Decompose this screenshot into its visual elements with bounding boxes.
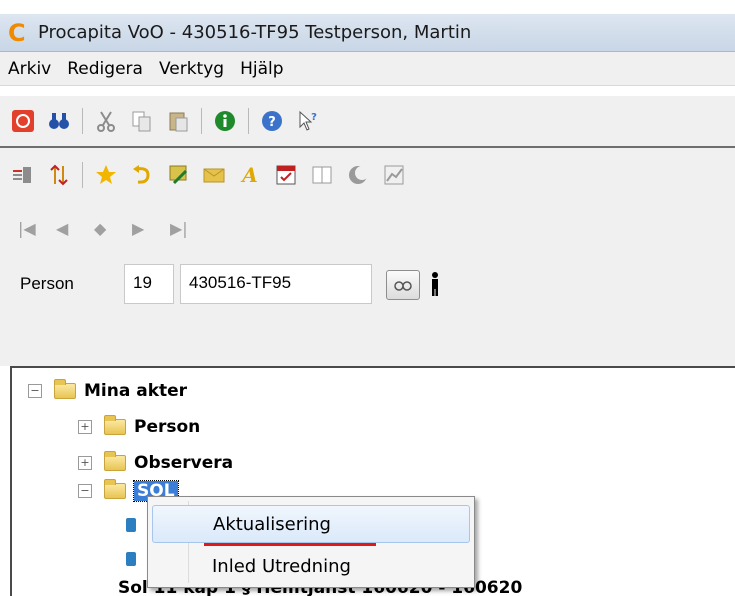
annotation-underline	[204, 543, 376, 546]
svg-text:?: ?	[311, 112, 317, 123]
folder-icon	[104, 415, 126, 435]
paste-icon[interactable]	[165, 108, 191, 134]
star-icon[interactable]	[93, 162, 119, 188]
whats-this-icon[interactable]: ?	[295, 108, 321, 134]
person-icon[interactable]	[430, 272, 440, 296]
menu-hjalp[interactable]: Hjälp	[240, 59, 283, 79]
person-id-field[interactable]: 430516-TF95	[180, 264, 372, 304]
main-toolbar: ? ?	[0, 96, 735, 146]
tree-node-root[interactable]: − Mina akter	[28, 376, 187, 406]
toolbar-separator	[82, 162, 83, 188]
toolbar-separator	[82, 108, 83, 134]
tree-node-label: Person	[134, 417, 201, 437]
binoculars-icon[interactable]	[46, 108, 72, 134]
collapse-icon[interactable]: −	[28, 384, 42, 398]
module-toolbar: A	[0, 146, 735, 202]
tree-node-label: Mina akter	[84, 381, 188, 401]
help-icon[interactable]: ?	[259, 108, 285, 134]
document-icon	[126, 552, 136, 566]
binoculars-icon	[394, 281, 412, 291]
undo-icon[interactable]	[129, 162, 155, 188]
menu-arkiv[interactable]: Arkiv	[8, 59, 51, 79]
record-navigation: |◀ ◀ ◆ ▶ ▶|	[0, 202, 735, 254]
folder-icon	[104, 451, 126, 471]
signature-icon[interactable]: A	[237, 162, 263, 188]
title-bar: C Procapita VoO - 430516-TF95 Testperson…	[0, 14, 735, 52]
mail-icon[interactable]	[201, 162, 227, 188]
sort-icon[interactable]	[46, 162, 72, 188]
context-menu: Aktualisering Inled Utredning	[147, 496, 475, 588]
folder-icon	[54, 379, 76, 399]
cut-icon[interactable]	[93, 108, 119, 134]
chart-icon[interactable]	[381, 162, 407, 188]
menu-verktyg[interactable]: Verktyg	[159, 59, 224, 79]
person-label: Person	[20, 274, 74, 293]
svg-text:A: A	[240, 163, 258, 187]
svg-text:?: ?	[268, 115, 276, 130]
edit-document-icon[interactable]	[165, 162, 191, 188]
toolbar-separator	[248, 108, 249, 134]
folder-icon	[104, 479, 126, 499]
menu-redigera[interactable]: Redigera	[67, 59, 143, 79]
exit-icon[interactable]	[10, 162, 36, 188]
person-panel: Person 19 430516-TF95	[0, 254, 735, 366]
search-person-button[interactable]	[386, 270, 420, 300]
next-record-icon[interactable]: ▶	[132, 219, 152, 238]
expand-icon[interactable]: +	[78, 420, 92, 434]
moon-icon[interactable]	[345, 162, 371, 188]
menu-bar: Arkiv Redigera Verktyg Hjälp	[0, 52, 735, 86]
person-number-field[interactable]: 19	[124, 264, 174, 304]
procapita-app-icon: C	[8, 18, 26, 47]
window-title: Procapita VoO - 430516-TF95 Testperson, …	[38, 22, 472, 43]
first-record-icon[interactable]: |◀	[18, 219, 38, 238]
collapse-icon[interactable]: −	[78, 484, 92, 498]
previous-record-icon[interactable]: ◀	[56, 219, 76, 238]
tree-node-label: Observera	[134, 453, 234, 473]
tree-node-observera[interactable]: + Observera	[78, 448, 233, 478]
document-icon	[126, 518, 136, 532]
copy-icon[interactable]	[129, 108, 155, 134]
info-icon[interactable]	[212, 108, 238, 134]
calendar-icon[interactable]	[273, 162, 299, 188]
menu-item-aktualisering[interactable]: Aktualisering	[152, 505, 470, 543]
toolbar-separator	[201, 108, 202, 134]
stop-icon[interactable]	[10, 108, 36, 134]
current-record-icon[interactable]: ◆	[94, 219, 114, 238]
tree-node-person[interactable]: + Person	[78, 412, 200, 442]
menu-item-inled-utredning[interactable]: Inled Utredning	[148, 547, 474, 585]
expand-icon[interactable]: +	[78, 456, 92, 470]
book-icon[interactable]	[309, 162, 335, 188]
last-record-icon[interactable]: ▶|	[170, 219, 190, 238]
